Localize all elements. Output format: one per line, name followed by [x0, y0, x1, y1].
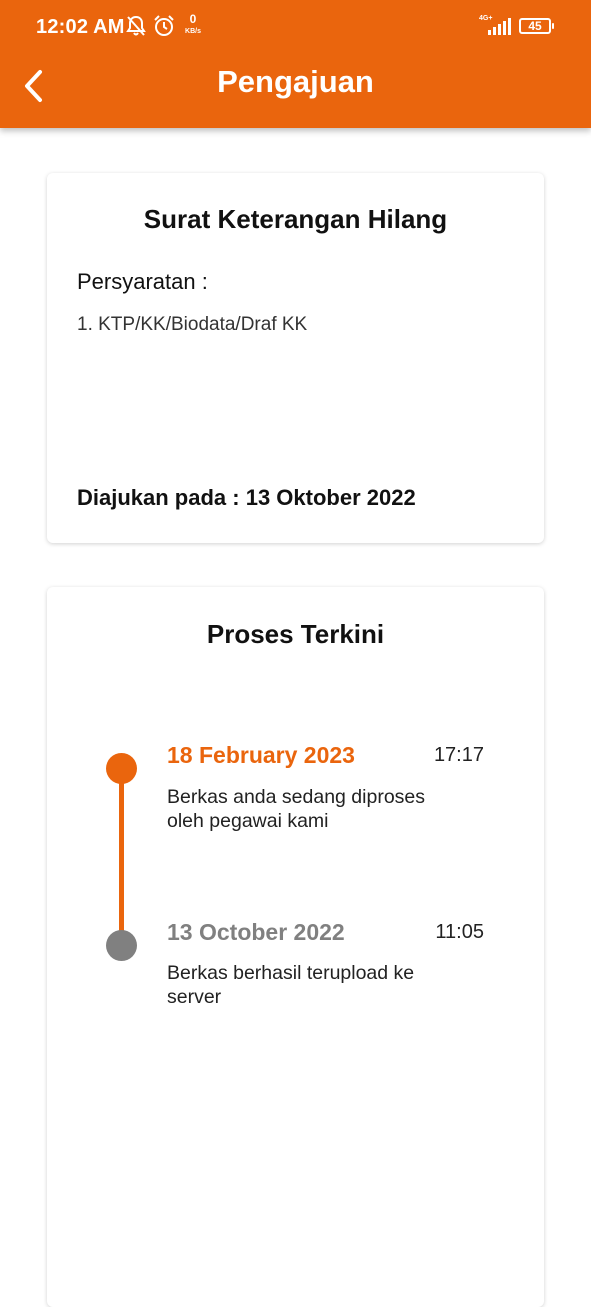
requirements-heading: Persyaratan : — [77, 269, 208, 294]
status-time: 12:02 AM — [36, 16, 125, 38]
battery-level: 45 — [528, 19, 542, 33]
status-bar: 12:02 AM 0 KB/s 4G+ 45 — [0, 0, 591, 56]
app-header: 12:02 AM 0 KB/s 4G+ 45 Pengajuan — [0, 0, 591, 128]
process-title: Proses Terkini — [206, 619, 385, 649]
net-speed-value: 0 — [189, 12, 197, 26]
submission-date: Diajukan pada : 13 Oktober 2022 — [77, 485, 416, 510]
timeline-description: Berkas berhasil terupload ke server — [167, 962, 415, 1008]
requirement-item: 1. KTP/KK/Biodata/Draf KK — [77, 314, 308, 335]
battery-icon: 45 — [519, 18, 554, 34]
notifications-off-icon — [126, 14, 146, 43]
timeline-time: 17:17 — [433, 744, 484, 766]
timeline-dot-current — [106, 753, 137, 784]
timeline-description: Berkas anda sedang diproses oleh pegawai… — [167, 786, 426, 832]
timeline-time: 11:05 — [435, 921, 484, 943]
alarm-icon — [153, 14, 175, 43]
process-card: Proses Terkini 18 February 2023 17:17 Be… — [47, 587, 544, 1307]
timeline-dot-past — [106, 930, 137, 961]
net-speed-unit: KB/s — [185, 28, 201, 35]
timeline-date: 13 October 2022 — [167, 919, 345, 945]
document-title: Surat Keterangan Hilang — [143, 204, 448, 234]
page-title: Pengajuan — [217, 64, 374, 99]
timeline-date: 18 February 2023 — [167, 742, 355, 768]
document-card: Surat Keterangan Hilang Persyaratan : 1.… — [47, 173, 544, 543]
net-speed-indicator: 0 KB/s — [182, 12, 204, 36]
timeline-connector — [119, 777, 124, 945]
